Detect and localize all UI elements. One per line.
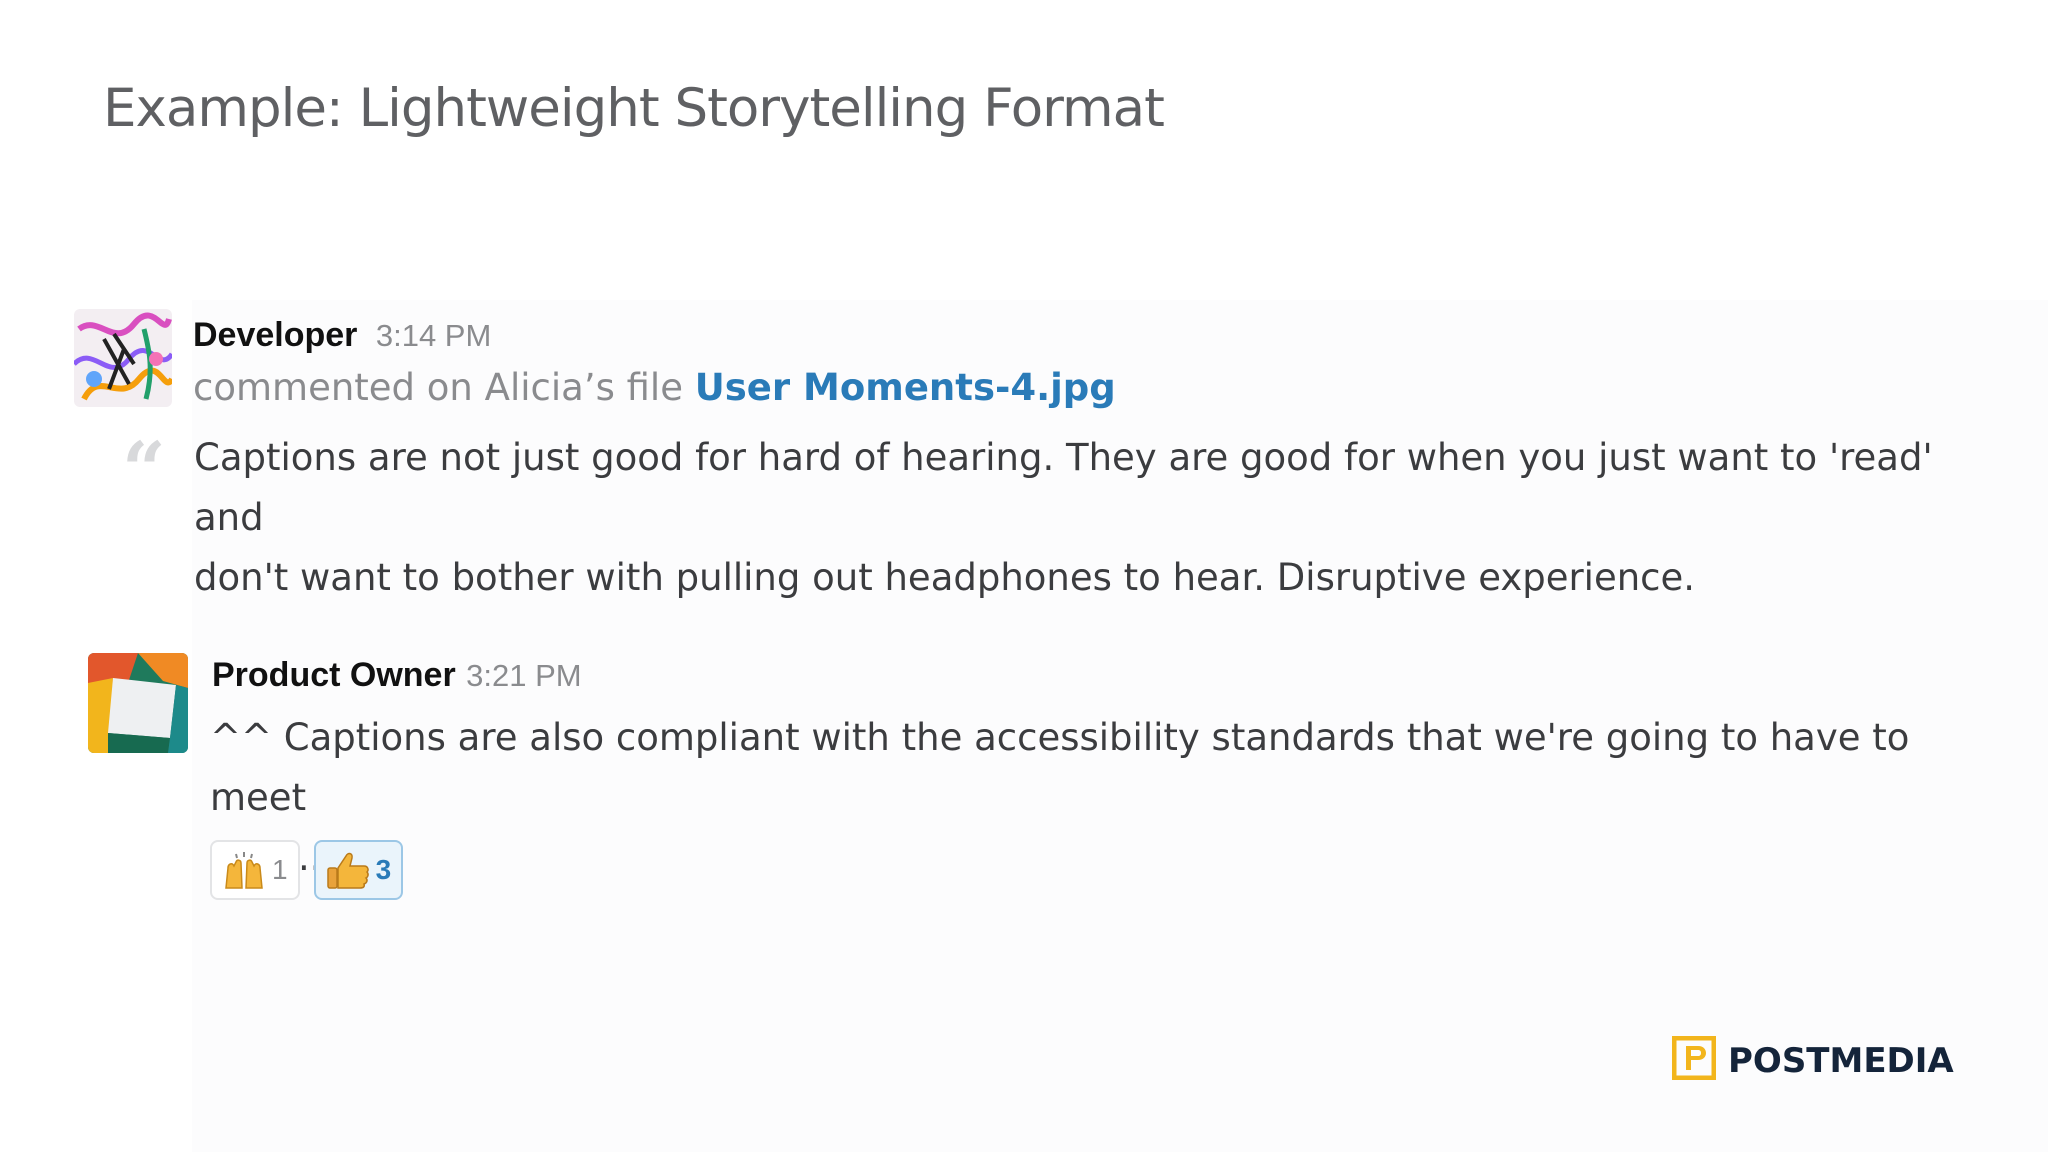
colorful-square-logo-icon (88, 653, 188, 753)
avatar-product-owner[interactable] (88, 653, 188, 753)
message-header: Product Owner 3:21 PM (212, 656, 582, 695)
author-name[interactable]: Product Owner (212, 656, 456, 694)
file-comment-line: commented on Alicia’s file User Moments-… (193, 366, 1116, 409)
message-text: ^^ Captions are also compliant with the … (210, 708, 2010, 888)
reaction-count: 1 (272, 854, 288, 885)
message-line: ^^ Captions are also compliant with the … (210, 716, 1910, 819)
reaction-raised-hands[interactable]: 1 (210, 840, 300, 900)
thumbs-up-icon (326, 850, 370, 890)
postmedia-brand: POSTMEDIA (1671, 1035, 1954, 1085)
quote-icon: “ (122, 425, 166, 514)
timestamp[interactable]: 3:14 PM (376, 318, 491, 353)
comment-line: Captions are not just good for hard of h… (194, 436, 1933, 539)
slide: Example: Lightweight Storytelling Format… (0, 0, 2048, 1152)
author-name[interactable]: Developer (193, 316, 357, 354)
postmedia-p-logo-icon (1671, 1035, 1717, 1085)
raised-hands-icon (222, 850, 266, 890)
avatar-developer[interactable] (74, 309, 172, 407)
reaction-count: 3 (375, 854, 392, 885)
comment-text: Captions are not just good for hard of h… (194, 428, 1994, 608)
reaction-thumbs-up[interactable]: 3 (313, 840, 404, 900)
action-text: commented on Alicia’s file (193, 366, 683, 409)
timestamp[interactable]: 3:21 PM (466, 658, 581, 693)
message-header: Developer 3:14 PM (193, 316, 491, 355)
abstract-art-avatar-icon (74, 309, 172, 407)
message-line: soon... (210, 828, 2010, 888)
brand-name: POSTMEDIA (1728, 1040, 1954, 1081)
file-link[interactable]: User Moments-4.jpg (695, 366, 1116, 409)
slide-title: Example: Lightweight Storytelling Format (103, 78, 1165, 139)
reactions-bar: 1 3 (210, 840, 404, 900)
comment-line: don't want to bother with pulling out he… (194, 556, 1696, 599)
